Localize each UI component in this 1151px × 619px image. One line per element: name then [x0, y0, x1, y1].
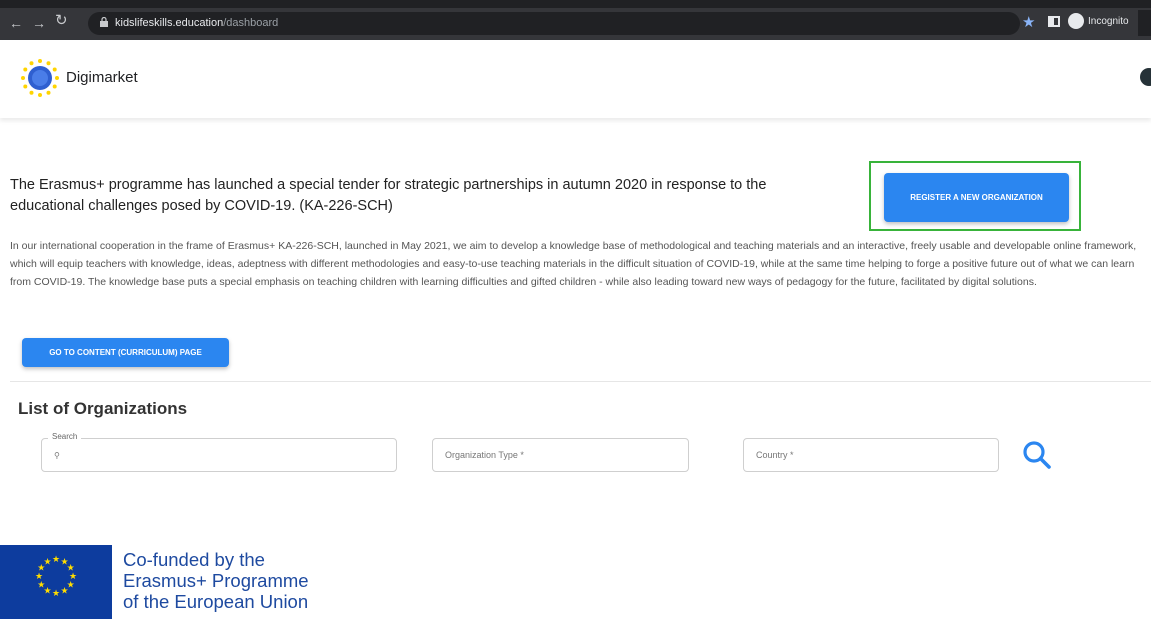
search-input[interactable]: ⚲ — [41, 438, 397, 472]
svg-text:★: ★ — [52, 589, 60, 599]
search-icon[interactable] — [1020, 438, 1054, 472]
url-path: /dashboard — [223, 17, 279, 29]
page-headline: The Erasmus+ programme has launched a sp… — [10, 177, 767, 214]
eu-flag-icon: ★ ★ ★ ★ ★ ★ ★ ★ ★ ★ ★ ★ — [0, 545, 112, 619]
country-select[interactable]: Country * — [743, 438, 999, 472]
forward-arrow-icon[interactable]: → — [32, 16, 46, 30]
eu-text-line-1: Co-funded by the — [123, 549, 265, 570]
side-panel-icon[interactable] — [1048, 16, 1060, 27]
browser-toolbar: ← → ↻ kidslifeskills.education/dashboard… — [0, 0, 1151, 40]
svg-text:★: ★ — [60, 587, 68, 597]
register-organization-button[interactable]: REGISTER A NEW ORGANIZATION — [884, 173, 1069, 222]
incognito-icon[interactable] — [1068, 13, 1084, 29]
app-header: Digimarket — [0, 40, 1151, 118]
organizations-list-title: List of Organizations — [18, 399, 188, 418]
digimarket-logo-icon[interactable] — [20, 58, 60, 98]
incognito-label[interactable]: Incognito — [1088, 16, 1129, 27]
back-arrow-icon[interactable]: ← — [9, 16, 23, 30]
organization-type-placeholder: Organization Type * — [445, 450, 524, 460]
brand-name[interactable]: Digimarket — [66, 69, 138, 86]
go-to-content-button[interactable]: GO TO CONTENT (CURRICULUM) PAGE — [22, 338, 229, 367]
svg-text:★: ★ — [52, 555, 60, 565]
browser-tab-strip — [0, 0, 1151, 8]
svg-text:★: ★ — [37, 581, 45, 591]
eu-text-line-2: Erasmus+ Programme — [123, 570, 309, 591]
eu-cofunding-text: Co-funded by the Erasmus+ Programme of t… — [123, 549, 373, 612]
address-bar-url[interactable]: kidslifeskills.education/dashboard — [115, 16, 278, 30]
reload-icon[interactable]: ↻ — [55, 13, 68, 28]
lock-icon[interactable] — [100, 17, 108, 27]
svg-text:★: ★ — [35, 572, 43, 582]
organization-type-select[interactable]: Organization Type * — [432, 438, 689, 472]
svg-text:★: ★ — [43, 557, 51, 567]
user-account-icon[interactable] — [1140, 68, 1151, 86]
eu-text-line-3: of the European Union — [123, 591, 309, 612]
country-placeholder: Country * — [756, 450, 794, 460]
search-field-icon: ⚲ — [54, 451, 60, 460]
browser-menu-area[interactable] — [1138, 10, 1151, 36]
project-description: In our international cooperation in the … — [10, 240, 1137, 289]
bookmark-star-icon[interactable]: ★ — [1022, 13, 1035, 31]
url-domain: kidslifeskills.education — [115, 17, 224, 29]
search-label: Search — [48, 432, 82, 441]
section-divider — [10, 381, 1151, 382]
